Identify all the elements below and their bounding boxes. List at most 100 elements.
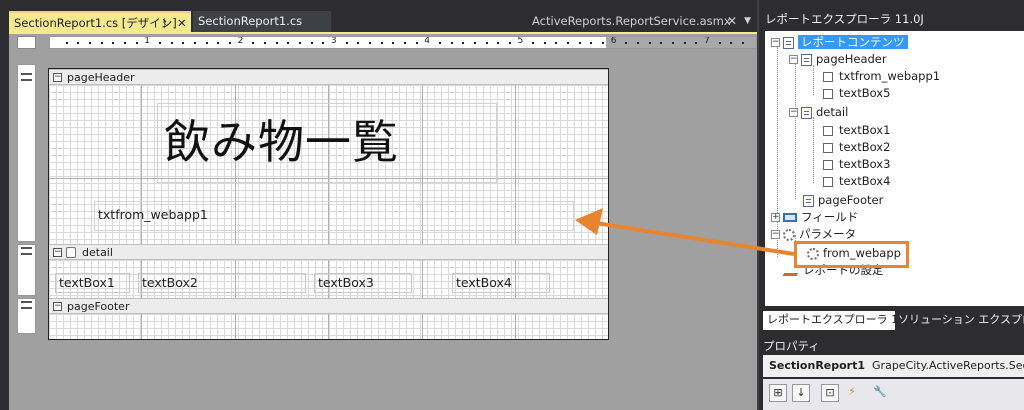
tree-item-textbox4[interactable]: textBox4 <box>823 173 890 190</box>
ruler-tick <box>648 42 651 44</box>
textbox2[interactable]: textBox2 <box>138 273 306 293</box>
ruler-tick <box>217 42 220 44</box>
properties-icon[interactable]: ⊡ <box>821 384 839 402</box>
field-icon <box>783 213 797 222</box>
left-strip <box>0 34 9 410</box>
grid-line <box>328 314 329 339</box>
section-body-pageheader[interactable]: 飲み物一覧 txtfrom_webapp1 <box>49 85 608 244</box>
ruler-tick <box>683 42 686 44</box>
ruler-tick <box>170 42 173 44</box>
textbox1[interactable]: textBox1 <box>55 273 130 293</box>
collapse-icon[interactable]: − <box>789 108 798 117</box>
ruler-tick <box>193 42 196 44</box>
ruler-tick <box>88 42 91 44</box>
section-icon <box>803 194 814 207</box>
design-canvas: 1234567 − pageHeader 飲み物一覧 txtfrom_webap… <box>9 34 757 410</box>
ruler-tick <box>322 42 325 44</box>
collapse-icon[interactable]: − <box>53 73 62 82</box>
ruler-tick <box>485 42 488 44</box>
designer-pane: SectionReport1.cs [デザイン] ᚬ ✕ SectionRepo… <box>0 0 757 410</box>
ruler-tick <box>532 42 535 44</box>
textbox4[interactable]: textBox4 <box>452 273 550 293</box>
ruler-tick <box>275 42 278 44</box>
alphabetical-icon[interactable]: ↓ <box>792 384 810 402</box>
txtfrom-webapp1-textbox[interactable]: txtfrom_webapp1 <box>94 201 574 231</box>
section-header-pageheader[interactable]: − pageHeader <box>49 69 608 85</box>
properties-object-selector[interactable]: SectionReport1 GrapeCity.ActiveReports.S… <box>763 355 1024 377</box>
ruler-tick <box>742 42 745 44</box>
tab-sectionreport1-design[interactable]: SectionReport1.cs [デザイン] ᚬ ✕ <box>9 11 191 32</box>
tree-item-fields[interactable]: + フィールド <box>771 209 858 226</box>
section-header-detail[interactable]: − detail <box>49 244 608 260</box>
vruler-pagefooter <box>17 298 36 334</box>
ruler-margin-shade <box>606 37 756 48</box>
ruler-tick <box>123 42 126 44</box>
tree-item-textbox5[interactable]: textBox5 <box>823 85 890 102</box>
horizontal-ruler: 1 2 3 4 5 6 7 <box>49 36 757 49</box>
properties-title: プロパティ <box>763 339 820 353</box>
grid-line <box>515 314 516 339</box>
ruler-tick <box>298 42 301 44</box>
title-textbox[interactable]: 飲み物一覧 <box>157 103 497 183</box>
tree-item-report-contents[interactable]: − レポートコンテンツ <box>771 34 908 51</box>
tab-sectionreport1-code[interactable]: SectionReport1.cs <box>193 11 331 32</box>
tab-report-explorer[interactable]: レポートエクスプローラ 11.0J <box>763 311 919 330</box>
textbox3[interactable]: textBox3 <box>314 273 412 293</box>
tab-solution-explorer[interactable]: ソリューション エクスプローラー <box>898 311 1024 330</box>
grid-line <box>141 314 142 339</box>
ruler-tick <box>228 42 231 44</box>
tab-reportservice[interactable]: ActiveReports.ReportService.asmx <box>527 11 731 32</box>
section-icon <box>801 53 812 66</box>
tree-label: レポートコンテンツ <box>798 35 908 49</box>
events-icon[interactable]: ⚡ <box>843 384 861 402</box>
ruler-tick <box>158 42 161 44</box>
textbox-icon <box>823 88 833 99</box>
tree-item-textbox1[interactable]: textBox1 <box>823 122 890 139</box>
expand-icon[interactable]: + <box>771 213 780 222</box>
tree-item-textbox2[interactable]: textBox2 <box>823 139 890 156</box>
section-handle[interactable] <box>21 73 32 81</box>
tree-item-pagefooter[interactable]: pageFooter <box>803 192 883 209</box>
section-handle[interactable] <box>21 301 32 309</box>
ruler-tick <box>730 42 733 44</box>
ruler-number: 3 <box>330 36 337 46</box>
tree-item-txtfrom-webapp1[interactable]: txtfrom_webapp1 <box>823 68 940 85</box>
section-body-detail[interactable]: textBox1 textBox2 textBox3 textBox4 <box>49 260 608 298</box>
section-label: pageHeader <box>67 71 135 84</box>
collapse-icon[interactable]: − <box>789 55 798 64</box>
collapse-icon[interactable]: − <box>53 302 62 311</box>
tree-item-detail[interactable]: − detail <box>789 104 848 121</box>
collapse-icon[interactable]: − <box>771 38 780 47</box>
close-icon[interactable]: ✕ <box>177 13 187 33</box>
tab-label: SectionReport1.cs <box>198 14 303 28</box>
explorer-tab-bar: レポートエクスプローラ 11.0J ソリューション エクスプローラー <box>763 311 1024 330</box>
section-handle[interactable] <box>21 247 32 255</box>
section-label: pageFooter <box>67 300 130 313</box>
ruler-tick <box>672 42 675 44</box>
collapse-icon[interactable]: − <box>53 248 62 257</box>
ruler-tick <box>287 42 290 44</box>
wrench-icon[interactable]: 🔧 <box>871 384 889 402</box>
panel-title: レポートエクスプローラ 11.0J <box>765 12 924 26</box>
ruler-tick <box>637 42 640 44</box>
ruler-tick <box>473 42 476 44</box>
ruler-number: 5 <box>517 36 524 46</box>
tree-item-pageheader[interactable]: − pageHeader <box>789 51 887 68</box>
pin-icon[interactable]: ᚬ <box>161 13 168 33</box>
close-icon[interactable]: ✕ <box>727 11 737 31</box>
chevron-down-icon[interactable]: ▼ <box>744 11 751 32</box>
tree-item-textbox3[interactable]: textBox3 <box>823 156 890 173</box>
ruler-tick <box>403 42 406 44</box>
ruler-tick <box>380 42 383 44</box>
section-header-pagefooter[interactable]: − pageFooter <box>49 298 608 314</box>
properties-toolbar: ⊞ ↓ ⊡ ⚡ 🔧 <box>763 379 1024 410</box>
ruler-tick <box>65 42 68 44</box>
ruler-tick <box>205 42 208 44</box>
ruler-tick <box>590 42 593 44</box>
section-body-pagefooter[interactable] <box>49 314 608 339</box>
tree-label: フィールド <box>801 210 859 224</box>
collapse-icon[interactable]: − <box>771 230 780 239</box>
ruler-tick <box>368 42 371 44</box>
section-label: detail <box>82 246 113 259</box>
categorized-icon[interactable]: ⊞ <box>769 384 787 402</box>
